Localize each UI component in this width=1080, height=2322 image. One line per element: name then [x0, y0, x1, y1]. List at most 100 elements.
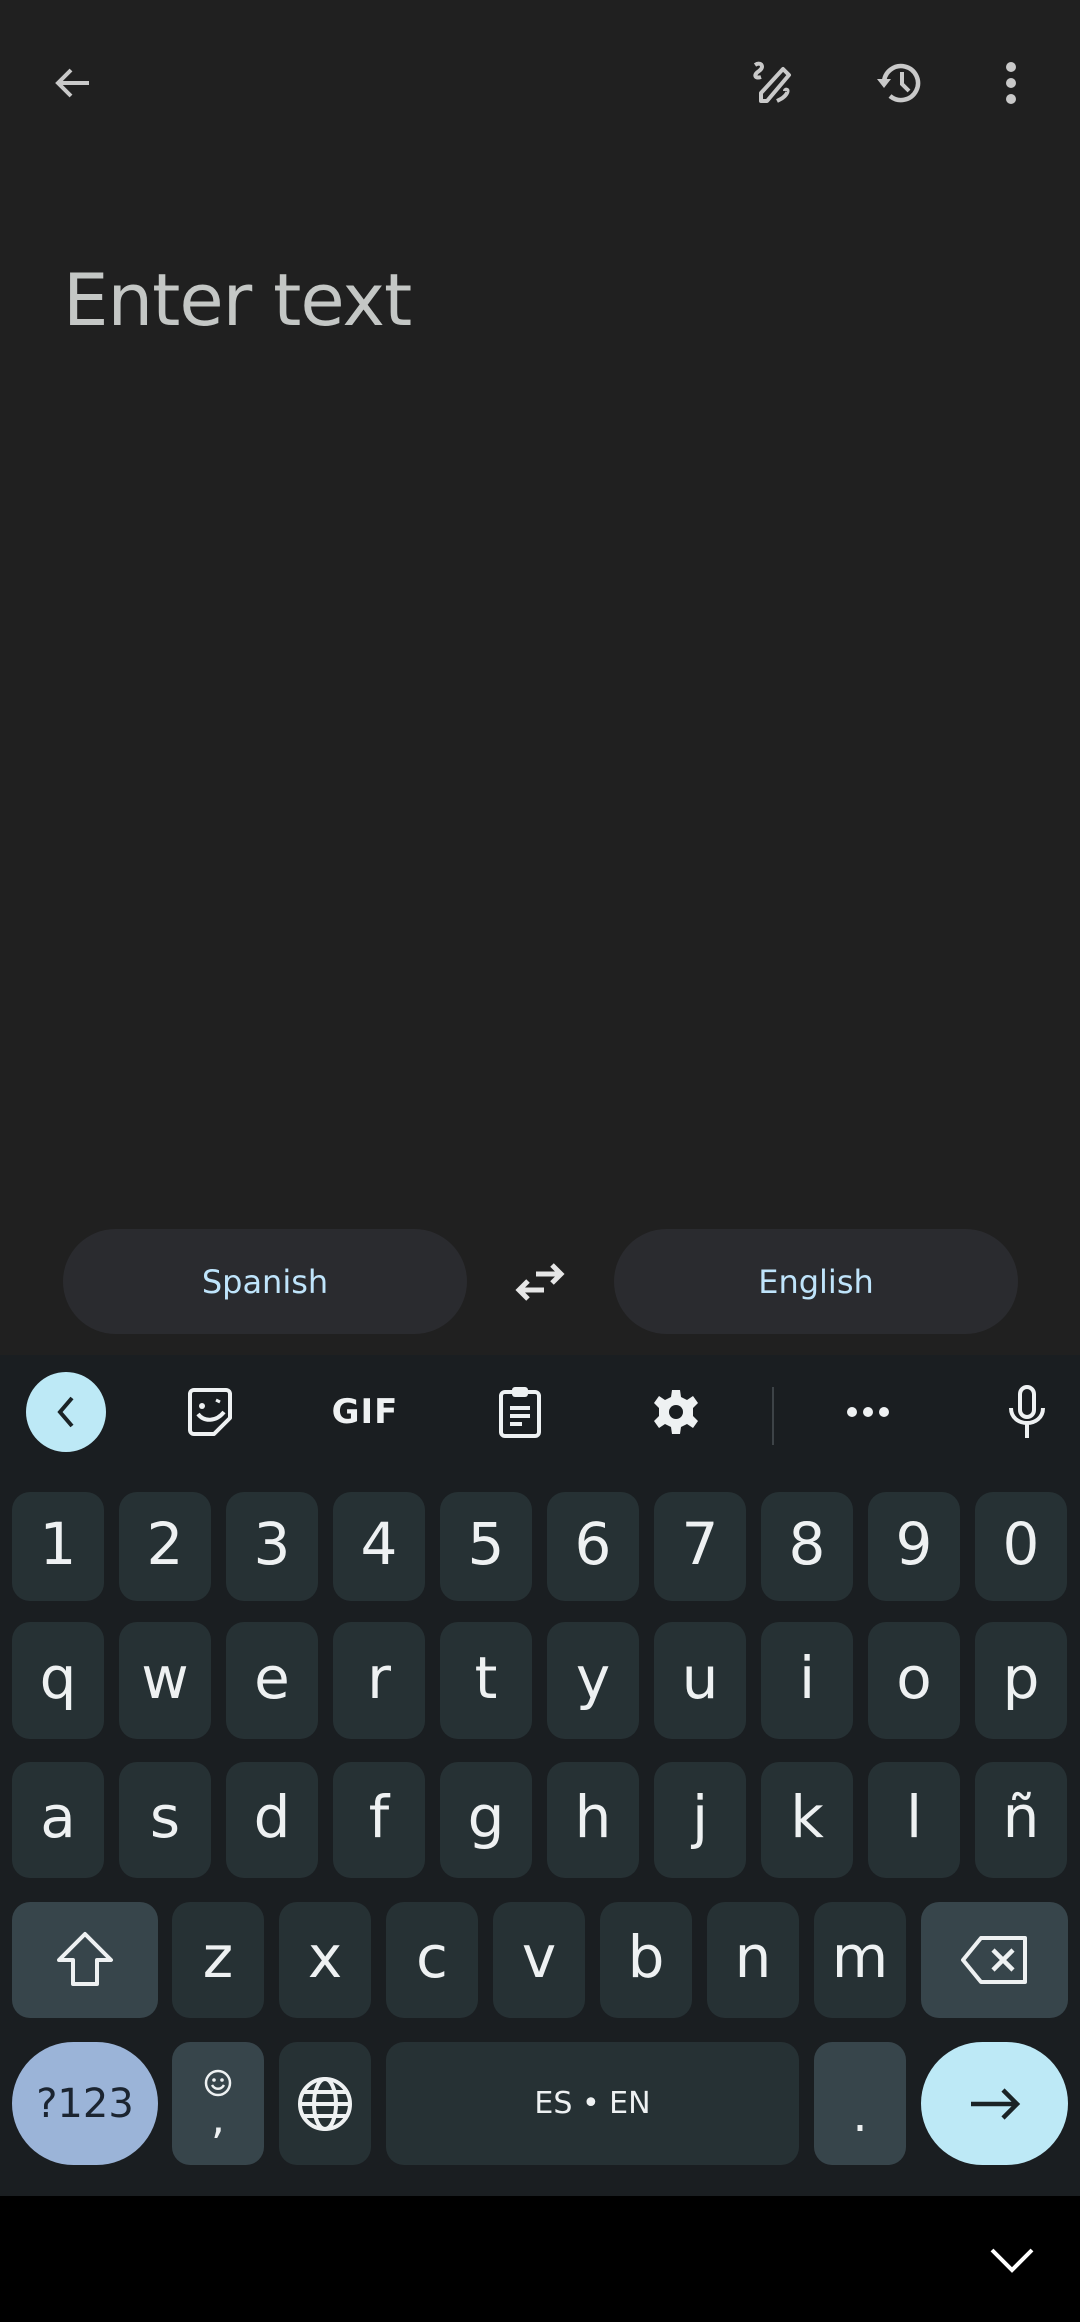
shift-icon: [57, 1932, 113, 1986]
key-v[interactable]: v: [493, 1902, 585, 2018]
key-label: 7: [681, 1509, 719, 1578]
backspace-key[interactable]: [921, 1902, 1068, 2018]
more-options-button[interactable]: [971, 43, 1051, 123]
language-switch-key[interactable]: [279, 2042, 371, 2165]
enter-key[interactable]: [921, 2042, 1068, 2165]
more-vert-icon: [1006, 62, 1016, 104]
key-m[interactable]: m: [814, 1902, 906, 2018]
key-label: 0: [1002, 1509, 1040, 1578]
key-y[interactable]: y: [547, 1622, 639, 1739]
hide-keyboard-button[interactable]: [980, 2236, 1044, 2284]
key-6[interactable]: 6: [547, 1492, 639, 1601]
toolbar-divider: [772, 1387, 774, 1445]
key-z[interactable]: z: [172, 1902, 264, 2018]
text-input[interactable]: Enter text: [63, 258, 412, 342]
key-5[interactable]: 5: [440, 1492, 532, 1601]
key-label: x: [307, 1923, 343, 1991]
key-k[interactable]: k: [761, 1762, 853, 1878]
comma-emoji-key[interactable]: ,: [172, 2042, 264, 2165]
gif-label: GIF: [331, 1392, 399, 1432]
key-o[interactable]: o: [868, 1622, 960, 1739]
navigation-bar: [0, 2196, 1080, 2322]
history-icon: [877, 63, 921, 103]
key-t[interactable]: t: [440, 1622, 532, 1739]
gif-button[interactable]: GIF: [325, 1372, 405, 1452]
handwriting-button[interactable]: [733, 43, 813, 123]
backspace-icon: [960, 1936, 1027, 1984]
key-label: w: [141, 1643, 189, 1712]
key-p[interactable]: p: [975, 1622, 1067, 1739]
voice-input-button[interactable]: [987, 1372, 1067, 1452]
key-w[interactable]: w: [119, 1622, 211, 1739]
key-label: r: [367, 1643, 391, 1712]
key-e[interactable]: e: [226, 1622, 318, 1739]
key-n[interactable]: n: [707, 1902, 799, 2018]
key-label: j: [691, 1783, 709, 1851]
key-9[interactable]: 9: [868, 1492, 960, 1601]
key-label: n: [734, 1923, 772, 1991]
key-label: u: [681, 1643, 719, 1712]
key-2[interactable]: 2: [119, 1492, 211, 1601]
key-b[interactable]: b: [600, 1902, 692, 2018]
swap-languages-button[interactable]: [500, 1242, 580, 1322]
key-a[interactable]: a: [12, 1762, 104, 1878]
settings-button[interactable]: [636, 1372, 716, 1452]
key-label: v: [521, 1923, 557, 1991]
history-button[interactable]: [860, 43, 940, 123]
clipboard-icon: [499, 1387, 541, 1438]
key-label: 6: [574, 1509, 612, 1578]
key-j[interactable]: j: [654, 1762, 746, 1878]
key-ñ[interactable]: ñ: [975, 1762, 1067, 1878]
collapse-toolbar-button[interactable]: [26, 1372, 106, 1452]
key-label: d: [253, 1783, 291, 1851]
key-x[interactable]: x: [279, 1902, 371, 2018]
key-q[interactable]: q: [12, 1622, 104, 1739]
source-language-button[interactable]: Spanish: [63, 1229, 467, 1334]
back-button[interactable]: [33, 43, 113, 123]
handwriting-icon: [753, 61, 791, 103]
key-label: h: [574, 1783, 612, 1851]
key-l[interactable]: l: [868, 1762, 960, 1878]
key-r[interactable]: r: [333, 1622, 425, 1739]
key-label: p: [1002, 1643, 1040, 1712]
key-1[interactable]: 1: [12, 1492, 104, 1601]
key-u[interactable]: u: [654, 1622, 746, 1739]
target-language-button[interactable]: English: [614, 1229, 1018, 1334]
keyboard: GIF 1234567890 qwerty u iop asdfgh j klñ z x…: [0, 1355, 1080, 2196]
key-c[interactable]: c: [386, 1902, 478, 2018]
key-label: 2: [146, 1509, 184, 1578]
key-f[interactable]: f: [333, 1762, 425, 1878]
key-3[interactable]: 3: [226, 1492, 318, 1601]
key-d[interactable]: d: [226, 1762, 318, 1878]
key-label: 4: [360, 1509, 398, 1578]
key-g[interactable]: g: [440, 1762, 532, 1878]
key-label: i: [798, 1643, 816, 1712]
more-toolbar-button[interactable]: [828, 1372, 908, 1452]
key-label: 3: [253, 1509, 291, 1578]
chevron-down-icon: [990, 2248, 1034, 2273]
key-0[interactable]: 0: [975, 1492, 1067, 1601]
input-placeholder: Enter text: [63, 258, 412, 342]
symbols-key[interactable]: ?123: [12, 2042, 158, 2165]
key-s[interactable]: s: [119, 1762, 211, 1878]
key-label: c: [416, 1923, 448, 1991]
arrow-back-icon: [55, 68, 89, 98]
key-h[interactable]: h: [547, 1762, 639, 1878]
key-label: b: [627, 1923, 665, 1991]
clipboard-button[interactable]: [480, 1372, 560, 1452]
key-i[interactable]: i: [761, 1622, 853, 1739]
space-key[interactable]: ES • EN: [386, 2042, 799, 2165]
key-7[interactable]: 7: [654, 1492, 746, 1601]
key-8[interactable]: 8: [761, 1492, 853, 1601]
key-label: 9: [895, 1509, 933, 1578]
shift-key[interactable]: [12, 1902, 158, 2018]
key-label: y: [575, 1643, 611, 1712]
mic-icon: [1009, 1385, 1045, 1438]
key-label: 5: [467, 1509, 505, 1578]
key-label: k: [790, 1783, 824, 1851]
sticker-button[interactable]: [170, 1372, 250, 1452]
key-label: z: [202, 1923, 234, 1991]
translate-input-screen: Enter text Spanish English: [0, 0, 1080, 1355]
period-key[interactable]: .: [814, 2042, 906, 2165]
key-4[interactable]: 4: [333, 1492, 425, 1601]
